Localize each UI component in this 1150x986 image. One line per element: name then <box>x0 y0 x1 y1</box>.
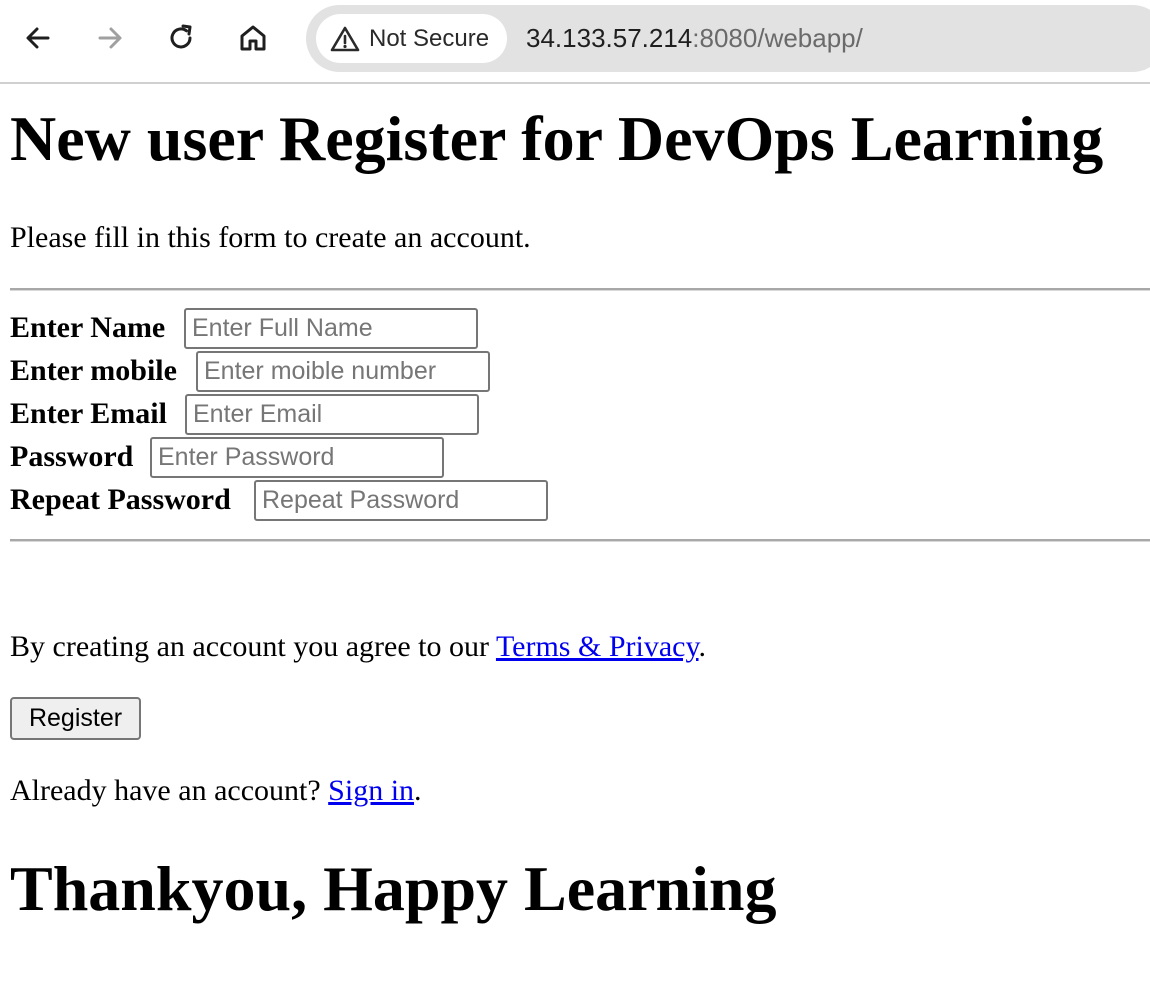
signin-prefix: Already have an account? <box>10 774 329 807</box>
home-icon <box>240 25 266 51</box>
signin-text: Already have an account? Sign in. <box>10 774 422 808</box>
reload-button[interactable] <box>163 20 199 56</box>
repeat-password-input[interactable] <box>254 480 548 521</box>
address-bar[interactable]: Not Secure 34.133.57.214:8080/webapp/ <box>306 5 1150 72</box>
security-chip[interactable]: Not Secure <box>316 14 507 63</box>
register-button[interactable]: Register <box>10 697 141 740</box>
url-text[interactable]: 34.133.57.214:8080/webapp/ <box>526 22 863 54</box>
bottom-divider <box>10 539 1150 542</box>
forward-arrow-icon <box>98 27 122 49</box>
name-input[interactable] <box>184 308 478 349</box>
url-host: 34.133.57.214 <box>526 23 693 53</box>
page-title: New user Register for DevOps Learning <box>10 103 1104 174</box>
browser-toolbar: Not Secure 34.133.57.214:8080/webapp/ <box>0 0 1150 84</box>
repeat-password-label: Repeat Password <box>10 483 231 516</box>
email-label: Enter Email <box>10 397 167 430</box>
mobile-input[interactable] <box>196 351 490 392</box>
password-input[interactable] <box>150 437 444 478</box>
back-arrow-icon <box>26 27 50 49</box>
forward-button[interactable] <box>92 20 128 56</box>
warning-triangle-icon <box>330 26 360 51</box>
terms-prefix: By creating an account you agree to our <box>10 630 496 663</box>
url-path: :8080/webapp/ <box>692 23 863 53</box>
name-label: Enter Name <box>10 311 166 344</box>
email-input[interactable] <box>185 394 479 435</box>
signin-suffix: . <box>414 774 422 807</box>
security-chip-label: Not Secure <box>369 24 490 52</box>
mobile-label: Enter mobile <box>10 354 177 387</box>
closing-heading: Thankyou, Happy Learning <box>10 853 777 924</box>
intro-text: Please fill in this form to create an ac… <box>10 221 531 254</box>
back-button[interactable] <box>20 20 56 56</box>
top-divider <box>10 288 1150 291</box>
home-button[interactable] <box>235 20 271 56</box>
reload-icon <box>170 24 192 49</box>
terms-privacy-link[interactable]: Terms & Privacy <box>496 630 699 663</box>
password-label: Password <box>10 440 134 473</box>
terms-text: By creating an account you agree to our … <box>10 630 706 664</box>
terms-suffix: . <box>698 630 707 663</box>
sign-in-link[interactable]: Sign in <box>328 774 414 807</box>
